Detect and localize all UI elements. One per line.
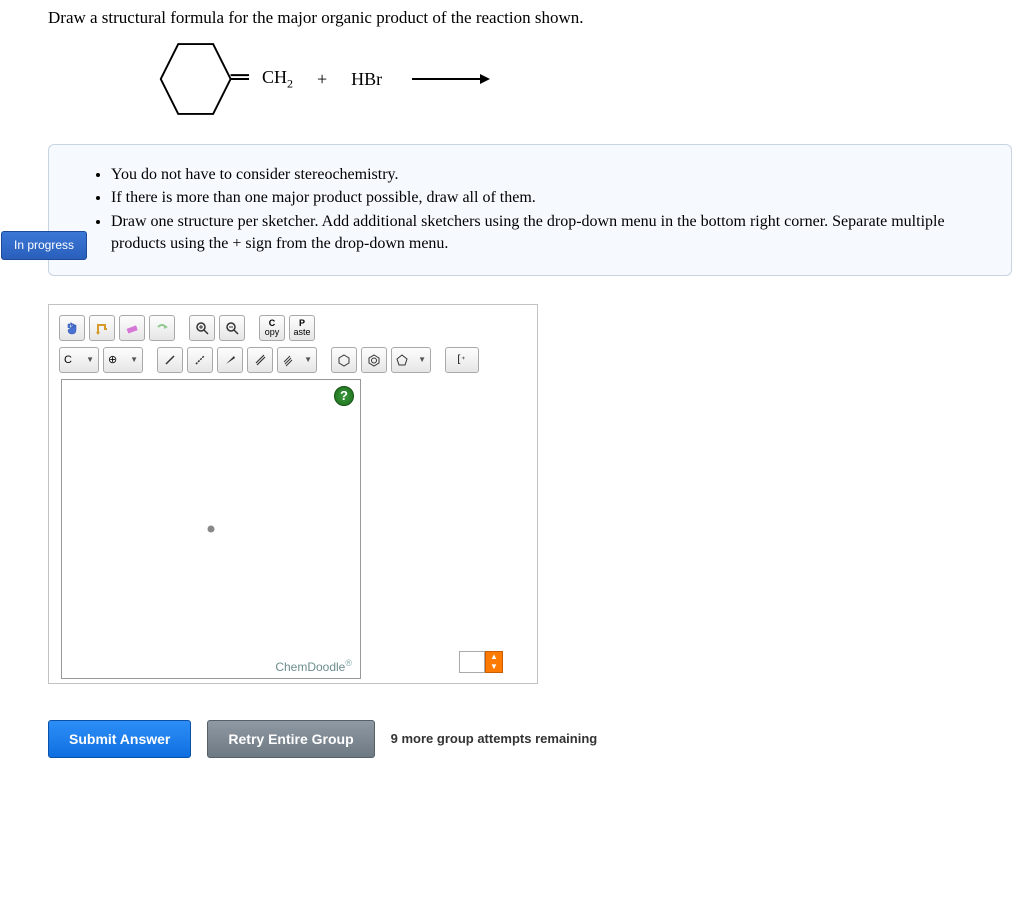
double-bond-button[interactable] bbox=[247, 347, 273, 373]
dash-bond-button[interactable] bbox=[187, 347, 213, 373]
redo-icon bbox=[155, 321, 169, 335]
benzene-button[interactable] bbox=[361, 347, 387, 373]
zoom-out-icon bbox=[225, 321, 239, 335]
pentagon-icon bbox=[396, 353, 408, 367]
bond-single-icon bbox=[163, 353, 177, 367]
bond-wedge-icon bbox=[223, 353, 237, 367]
cyclohexane-button[interactable] bbox=[331, 347, 357, 373]
charge-icon: ⊕ bbox=[108, 353, 117, 366]
reagent-ch2: CH2 bbox=[262, 67, 293, 92]
reaction-arrow-icon bbox=[410, 69, 490, 89]
action-row: Submit Answer Retry Entire Group 9 more … bbox=[48, 720, 1012, 758]
canvas-center-dot bbox=[208, 525, 215, 532]
zoom-in-icon bbox=[195, 321, 209, 335]
sketcher-panel: Copy Paste C ▼ ⊕ ▼ bbox=[48, 304, 538, 684]
status-badge: In progress bbox=[1, 231, 87, 260]
instruction-item: You do not have to consider stereochemis… bbox=[111, 164, 987, 186]
plus-sign: + bbox=[317, 69, 327, 90]
toolbar-row-2: C ▼ ⊕ ▼ ▼ bbox=[59, 347, 527, 373]
bond-double-icon bbox=[253, 353, 267, 367]
erase-button[interactable] bbox=[119, 315, 145, 341]
charge-picker-button[interactable]: ⊕ ▼ bbox=[103, 347, 143, 373]
sketcher-canvas[interactable]: ? ChemDoodle® bbox=[61, 379, 361, 679]
element-picker-button[interactable]: C ▼ bbox=[59, 347, 99, 373]
chevron-up-icon[interactable]: ▲ bbox=[486, 652, 502, 662]
paste-button[interactable]: Paste bbox=[289, 315, 315, 341]
ring-picker-button[interactable]: ▼ bbox=[391, 347, 431, 373]
bond-picker-button[interactable]: ▼ bbox=[277, 347, 317, 373]
retry-group-button[interactable]: Retry Entire Group bbox=[207, 720, 374, 758]
chevron-down-icon: ▼ bbox=[418, 355, 426, 364]
zoom-in-button[interactable] bbox=[189, 315, 215, 341]
bracket-button[interactable]: [⁺ bbox=[445, 347, 479, 373]
redo-button[interactable] bbox=[149, 315, 175, 341]
chevron-down-icon[interactable]: ▼ bbox=[486, 662, 502, 672]
undo-icon bbox=[95, 321, 109, 335]
ch-text: CH bbox=[262, 67, 287, 87]
eraser-icon bbox=[125, 321, 139, 335]
hand-icon bbox=[65, 321, 79, 335]
hexagon-icon bbox=[337, 353, 351, 367]
toolbar-row-1: Copy Paste bbox=[59, 315, 527, 341]
hand-tool-button[interactable] bbox=[59, 315, 85, 341]
zoom-out-button[interactable] bbox=[219, 315, 245, 341]
cyclohexane-icon bbox=[153, 38, 250, 120]
question-title: Draw a structural formula for the major … bbox=[48, 8, 1012, 28]
wedge-bond-button[interactable] bbox=[217, 347, 243, 373]
help-button[interactable]: ? bbox=[334, 386, 354, 406]
bracket-label: [⁺ bbox=[457, 354, 466, 365]
bond-dash-icon bbox=[193, 353, 207, 367]
single-bond-button[interactable] bbox=[157, 347, 183, 373]
ch-sub: 2 bbox=[287, 76, 293, 90]
chevron-down-icon: ▼ bbox=[130, 355, 138, 364]
attempts-remaining: 9 more group attempts remaining bbox=[391, 731, 598, 746]
reagent-hbr: HBr bbox=[351, 69, 382, 90]
submit-answer-button[interactable]: Submit Answer bbox=[48, 720, 191, 758]
chevron-down-icon: ▼ bbox=[304, 355, 312, 364]
copy-button[interactable]: Copy bbox=[259, 315, 285, 341]
chevron-down-icon: ▼ bbox=[86, 355, 94, 364]
copy-label: Copy bbox=[265, 319, 280, 337]
chemdoodle-brand: ChemDoodle® bbox=[275, 658, 352, 674]
instruction-item: Draw one structure per sketcher. Add add… bbox=[111, 211, 987, 256]
bond-triple-icon bbox=[282, 353, 294, 367]
paste-label: Paste bbox=[293, 319, 310, 337]
reaction-diagram: CH2 + HBr bbox=[153, 38, 1012, 120]
sketcher-count-stepper[interactable]: ▲ ▼ bbox=[459, 651, 527, 673]
undo-button[interactable] bbox=[89, 315, 115, 341]
stepper-value-box bbox=[459, 651, 485, 673]
instruction-item: If there is more than one major product … bbox=[111, 187, 987, 209]
benzene-icon bbox=[367, 353, 381, 367]
element-c-label: C bbox=[64, 354, 72, 366]
instructions-panel: In progress You do not have to consider … bbox=[48, 144, 1012, 276]
